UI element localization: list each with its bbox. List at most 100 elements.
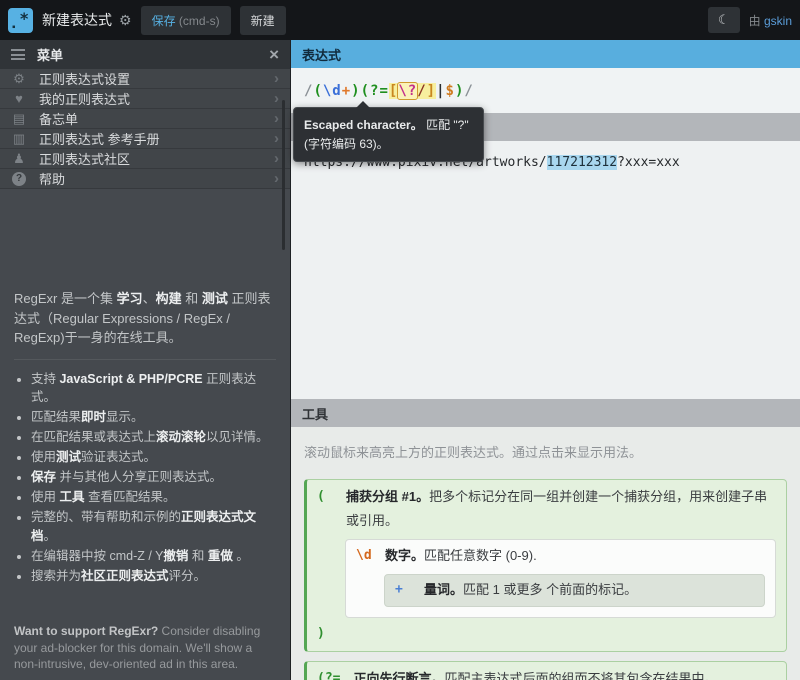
expression-header[interactable]: 表达式 [291,40,800,68]
byline-link[interactable]: gskin [764,14,792,28]
explain-box: + 量词。匹配 1 或更多 个前面的标记。 [384,574,765,607]
feature-bullet: 完整的、带有帮助和示例的正则表达式文档。 [31,508,276,544]
tools-header[interactable]: 工具 [291,399,800,427]
expression-code[interactable]: /(\d+)(?=[\?/]|$)/ [304,83,474,99]
regex-token[interactable]: (?= [361,83,389,99]
regex-token[interactable]: [ [389,83,398,99]
gear-icon: ⚙ [11,71,27,87]
explain-tree: ( 捕获分组 #1。把多个标记分在同一组并创建一个捕获分组，用来创建子串或引用。 \… [304,479,787,680]
regex-token[interactable]: $ [446,83,455,99]
title-gear-icon[interactable]: ⚙ [119,12,132,29]
regex-token[interactable]: / [464,83,473,99]
moon-icon: ☾ [718,12,730,27]
menu-list-icon [11,49,25,60]
explain-text: 正向先行断言。匹配主表达式后面的组而不将其包含在结果中。 [353,667,717,680]
sidebar-scrollbar[interactable] [282,100,285,250]
feature-bullet: 在编辑器中按 cmd-Z / Y撤销 和 重做 。 [31,547,276,565]
feature-bullet: 使用 工具 查看匹配结果。 [31,488,276,506]
tools-header-label: 工具 [302,404,328,423]
save-button[interactable]: 保存 (cmd-s) [141,6,231,35]
about-paragraph: RegExr 是一个集 学习、构建 和 测试 正则表达式（Regular Exp… [14,289,276,348]
token-tooltip: Escaped character。 匹配 "?" (字符编码 63)。 [293,107,484,162]
feature-bullet: 使用测试验证表达式。 [31,448,276,466]
explain-row[interactable]: ( 捕获分组 #1。把多个标记分在同一组并创建一个捕获分组，用来创建子串或引用。 [317,485,776,533]
explain-row[interactable]: + 量词。匹配 1 或更多 个前面的标记。 [395,578,754,602]
sidebar-item-label: 我的正则表达式 [39,89,130,108]
explain-close-row: ) [317,624,776,644]
explain-text: 捕获分组 #1。把多个标记分在同一组并创建一个捕获分组，用来创建子串或引用。 [346,485,776,533]
regex-token[interactable]: + [342,83,351,99]
regex-token[interactable]: ] [427,83,436,99]
menu-header: 菜单 × [0,40,290,69]
token-label: ) [317,624,333,644]
sidebar-item-label: 帮助 [39,169,65,188]
sidebar-item-help[interactable]: ? 帮助 › [0,169,290,189]
regex-token[interactable]: ) [455,83,464,99]
sidebar-item-reference[interactable]: ▥ 正则表达式 参考手册 › [0,129,290,149]
chevron-right-icon: › [274,111,279,126]
divider [14,359,276,360]
chevron-right-icon: › [274,171,279,186]
regex-token[interactable]: / [417,83,426,99]
chevron-right-icon: › [274,91,279,106]
tools-intro: 滚动鼠标来高亮上方的正则表达式。通过点击来显示用法。 [304,442,787,461]
explain-row[interactable]: (?= 正向先行断言。匹配主表达式后面的组而不将其包含在结果中。 [317,667,776,680]
token-label: \d [356,544,372,568]
save-shortcut: (cmd-s) [179,14,220,28]
token-label: ( [317,485,333,533]
sidebar-item-cheatsheet[interactable]: ▤ 备忘单 › [0,109,290,129]
explain-box: (?=正向先行断言。匹配主表达式后面的组而不将其包含在结果中。[字符集。匹配集合… [304,661,787,680]
byline-prefix: 由 [749,14,761,28]
sidebar-menu: 菜单 × ⚙ 正则表达式设置 › ♥ 我的正则表达式 › ▤ 备忘单 › ▥ 正则表达式 参考手册 ›… [0,40,290,680]
match-highlight[interactable]: 117212312 [547,155,617,170]
regexr-app: 新建表达式 ⚙ 保存 (cmd-s) 新建 ☾ 由 gskin 菜单 × ⚙ 正则… [0,0,800,680]
reference-icon: ▥ [11,131,27,147]
token-label: + [395,578,411,602]
doc-title: 新建表达式 [42,10,112,30]
menu-items: ⚙ 正则表达式设置 › ♥ 我的正则表达式 › ▤ 备忘单 › ▥ 正则表达式 参考手册 › ♟ 正则表达… [0,69,290,189]
chevron-right-icon: › [274,131,279,146]
explain-box: ( 捕获分组 #1。把多个标记分在同一组并创建一个捕获分组，用来创建子串或引用。 \… [304,479,787,652]
help-icon: ? [12,172,26,186]
regex-token[interactable]: ) [351,83,360,99]
main-panel: 表达式 /(\d+)(?=[\?/]|$)/ 文本 https://www.pi… [290,40,800,680]
byline: 由 gskin [749,12,792,29]
feature-bullet: 支持 JavaScript & PHP/PCRE 正则表达式。 [31,370,276,406]
sidebar-item-label: 正则表达式设置 [39,69,130,88]
sidebar-item-favorites[interactable]: ♥ 我的正则表达式 › [0,89,290,109]
regex-token[interactable]: \d [323,83,342,99]
community-icon: ♟ [11,151,27,167]
regex-token[interactable]: \? [398,83,417,99]
explain-box: \d 数字。匹配任意数字 (0-9). + 量词。匹配 1 或更多 个前面的标记。 [345,539,776,618]
sidebar-item-label: 备忘单 [39,109,78,128]
ad-text: Want to support RegExr? Consider disabli… [14,623,276,672]
expression-header-label: 表达式 [302,45,341,64]
menu-title: 菜单 [37,45,63,64]
chevron-right-icon: › [274,71,279,86]
feature-bullet: 保存 并与其他人分享正则表达式。 [31,468,276,486]
sidebar-item-label: 正则表达式 参考手册 [39,129,160,148]
regexr-logo-icon[interactable] [8,8,33,33]
sidebar-item-settings[interactable]: ⚙ 正则表达式设置 › [0,69,290,89]
explain-row[interactable]: \d 数字。匹配任意数字 (0-9). [356,544,765,568]
dark-mode-toggle[interactable]: ☾ [708,7,740,33]
close-icon[interactable]: × [269,46,279,63]
regex-token[interactable]: ( [313,83,322,99]
regex-token[interactable]: | [436,83,445,99]
chevron-right-icon: › [274,151,279,166]
explain-text: 数字。匹配任意数字 (0-9). [385,544,537,568]
sidebar-item-community[interactable]: ♟ 正则表达式社区 › [0,149,290,169]
new-button[interactable]: 新建 [240,6,286,35]
ad-notice: Want to support RegExr? Consider disabli… [0,613,290,680]
text-editor[interactable]: https://www.pixiv.net/artworks/117212312… [291,141,800,399]
cheatsheet-icon: ▤ [11,111,27,127]
save-label: 保存 [152,14,176,28]
heart-icon: ♥ [11,91,27,106]
about-section: RegExr 是一个集 学习、构建 和 测试 正则表达式（Regular Exp… [0,289,290,587]
sidebar-item-label: 正则表达式社区 [39,149,130,168]
explain-text: 量词。匹配 1 或更多 个前面的标记。 [424,578,637,602]
token-label: (?= [317,667,340,680]
feature-bullet: 匹配结果即时显示。 [31,408,276,426]
topbar: 新建表达式 ⚙ 保存 (cmd-s) 新建 ☾ 由 gskin [0,0,800,40]
feature-bullet: 在匹配结果或表达式上滚动滚轮以见详情。 [31,428,276,446]
